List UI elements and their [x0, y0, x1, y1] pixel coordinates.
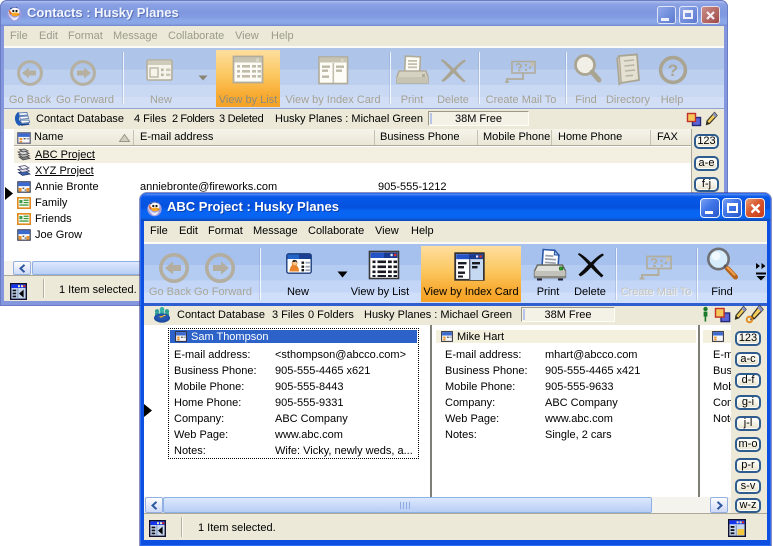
svg-text:?: ? — [668, 61, 678, 80]
